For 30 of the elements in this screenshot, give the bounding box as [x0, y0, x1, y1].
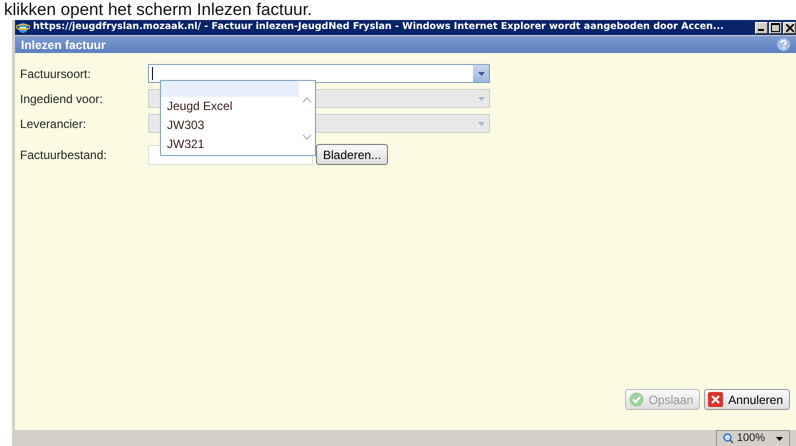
window-title: https://jeugdfryslan.mozaak.nl/ - Factuur inlezen-JeugdNed Fryslan - Windows Internet Explorer wordt aangeboden door Accen... — [33, 20, 725, 34]
dropdown-field[interactable] — [148, 64, 490, 83]
dropdown-option[interactable]: JW303 — [161, 116, 299, 135]
cancel-button[interactable]: Annuleren — [704, 389, 790, 410]
maximize-button[interactable] — [769, 22, 782, 34]
dropdown-option[interactable]: JW321 — [161, 135, 299, 154]
field-label: Ingediend voor: — [20, 90, 104, 108]
field-label: Factuursoort: — [20, 66, 92, 82]
caret-icon — [478, 96, 484, 100]
check-icon — [628, 392, 644, 407]
zoom-control[interactable]: 100% — [716, 430, 790, 446]
dropdown-option[interactable]: Jeugd Excel — [161, 97, 299, 116]
close-button[interactable] — [783, 22, 796, 34]
close-icon — [786, 24, 794, 32]
field-label: Leverancier: — [20, 116, 88, 132]
browse-button[interactable]: Bladeren... — [316, 144, 388, 165]
caret-icon — [478, 122, 484, 126]
help-icon[interactable] — [777, 38, 790, 51]
scroll-down-icon[interactable] — [302, 134, 312, 140]
document-caption: klikken opent het scherm Inlezen factuur. — [3, 0, 314, 20]
caret-icon — [776, 436, 783, 440]
browser-icon — [16, 21, 30, 34]
field-label: Factuurbestand: — [20, 146, 108, 164]
zoom-icon — [722, 433, 734, 444]
caret-icon — [478, 72, 484, 76]
minimize-button[interactable] — [755, 22, 768, 34]
maximize-icon — [771, 23, 780, 32]
cancel-icon — [708, 392, 724, 407]
scroll-up-icon[interactable] — [302, 96, 312, 102]
dialog-title: Inlezen factuur — [21, 36, 106, 54]
